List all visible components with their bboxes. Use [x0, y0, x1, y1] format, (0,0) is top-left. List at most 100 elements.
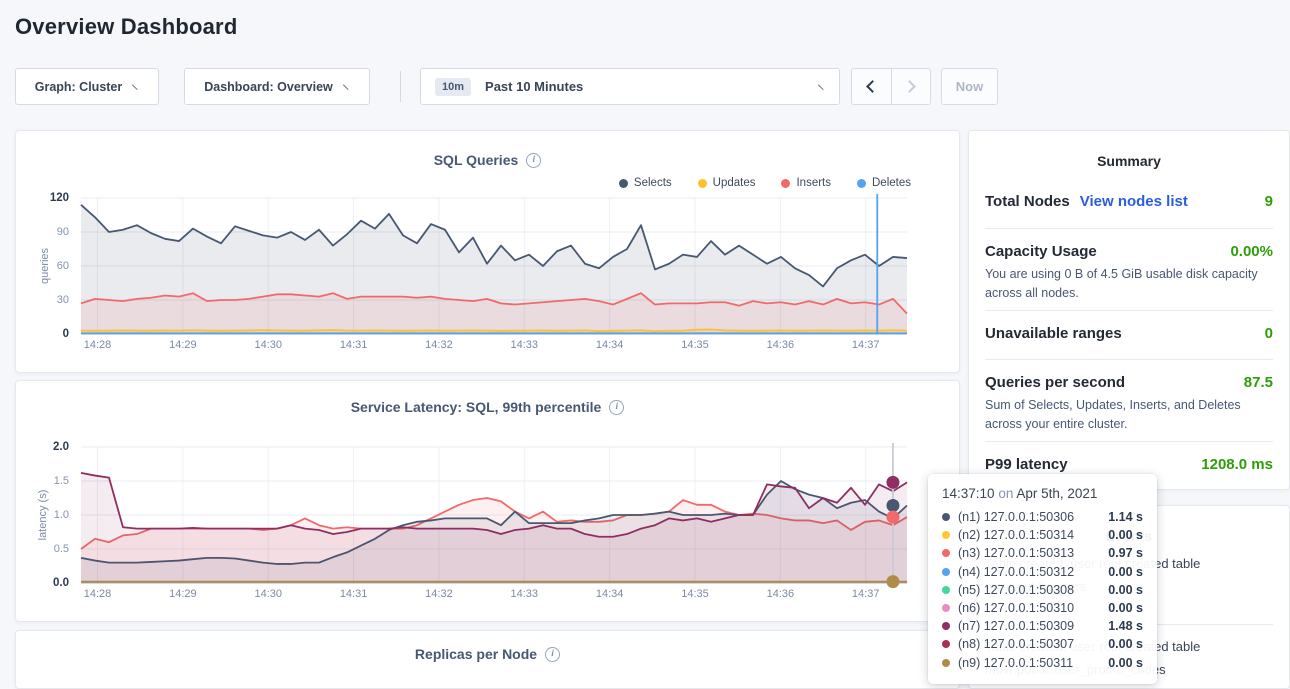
legend-item-deletes[interactable]: Deletes	[857, 177, 911, 189]
summary-value: 1208.0 ms	[1201, 456, 1273, 473]
sql-queries-panel: SQL Queries i Selects Updates Inserts Delet…	[15, 130, 960, 373]
time-range-dropdown[interactable]: 10m Past 10 Minutes	[420, 68, 840, 105]
chevron-down-icon	[343, 80, 353, 90]
x-tick-label: 14:28	[84, 339, 112, 351]
tooltip-on: on	[998, 486, 1013, 501]
chart-hover-tooltip: 14:37:10 on Apr 5th, 2021 (n1) 127.0.0.1…	[928, 474, 1157, 684]
summary-label: Total Nodes	[985, 193, 1070, 210]
page-title: Overview Dashboard	[15, 14, 237, 40]
node-address: (n8) 127.0.0.1:50307	[958, 637, 1074, 651]
divider	[985, 228, 1273, 229]
node-latency-value: 0.00 s	[1108, 637, 1143, 651]
summary-title: Summary	[969, 153, 1289, 169]
info-icon[interactable]: i	[609, 400, 624, 415]
x-tick-label: 14:37	[852, 339, 880, 351]
chart-plot-area[interactable]: queries 0306090120 14:2814:2914:3014:311…	[81, 198, 907, 334]
summary-value: 0	[1265, 325, 1273, 342]
y-tick-label: 0.0	[53, 577, 69, 589]
chart-plot-area[interactable]: latency (s) 0.00.51.01.52.0 14:2814:2914…	[81, 447, 907, 583]
summary-row-unavailable-ranges: Unavailable ranges 0	[985, 325, 1273, 342]
node-color-dot-icon	[942, 604, 950, 612]
y-tick-label: 0	[63, 328, 69, 340]
header-divider	[400, 71, 401, 102]
divider	[985, 359, 1273, 360]
chart-title: Replicas per Node	[415, 646, 537, 662]
view-nodes-list-link[interactable]: View nodes list	[1080, 193, 1188, 210]
divider	[985, 441, 1273, 442]
node-color-dot-icon	[942, 640, 950, 648]
node-color-dot-icon	[942, 531, 950, 539]
divider	[985, 310, 1273, 311]
tooltip-timestamp: 14:37:10 on Apr 5th, 2021	[942, 486, 1143, 501]
x-tick-label: 14:29	[169, 339, 197, 351]
node-color-dot-icon	[942, 586, 950, 594]
y-tick-label: 0.5	[54, 543, 69, 555]
legend-dot-icon	[857, 179, 866, 188]
graph-dropdown-label: Graph: Cluster	[35, 80, 123, 94]
replicas-per-node-panel: Replicas per Node i	[15, 630, 960, 689]
x-tick-label: 14:36	[767, 339, 795, 351]
node-address: (n7) 127.0.0.1:50309	[958, 619, 1074, 633]
tooltip-node-row: (n3) 127.0.0.1:503130.97 s	[942, 544, 1143, 562]
x-tick-label: 14:35	[681, 339, 709, 351]
node-latency-value: 0.00 s	[1108, 656, 1143, 670]
x-tick-label: 14:29	[169, 588, 197, 600]
node-latency-value: 1.14 s	[1108, 510, 1143, 524]
time-back-button[interactable]	[852, 69, 891, 104]
summary-row-total-nodes: Total Nodes View nodes list 9	[985, 193, 1273, 210]
time-step-buttons	[851, 68, 931, 105]
tooltip-node-row: (n7) 127.0.0.1:503091.48 s	[942, 617, 1143, 635]
summary-label: P99 latency	[985, 456, 1068, 473]
legend-item-inserts[interactable]: Inserts	[781, 177, 831, 189]
info-icon[interactable]: i	[545, 647, 560, 662]
chart-title: Service Latency: SQL, 99th percentile	[351, 399, 602, 415]
legend-item-updates[interactable]: Updates	[698, 177, 756, 189]
tooltip-node-row: (n4) 127.0.0.1:50312 0.00 s	[942, 563, 1143, 581]
time-forward-button[interactable]	[891, 69, 931, 104]
summary-label: Unavailable ranges	[985, 325, 1122, 342]
dashboard-dropdown-label: Dashboard: Overview	[204, 80, 333, 94]
time-range-badge: 10m	[435, 78, 471, 96]
y-axis-ticks: 0.00.51.01.52.0	[31, 447, 75, 583]
summary-description: You are using 0 B of 4.5 GiB usable disk…	[985, 265, 1269, 304]
node-latency-value: 0.00 s	[1108, 601, 1143, 615]
tooltip-node-row: (n8) 127.0.0.1:50307 0.00 s	[942, 635, 1143, 653]
dashboard-dropdown[interactable]: Dashboard: Overview	[184, 68, 370, 105]
chart-title-row: SQL Queries i	[16, 152, 959, 168]
info-icon[interactable]: i	[526, 153, 541, 168]
legend-item-selects[interactable]: Selects	[619, 177, 672, 189]
x-tick-label: 14:30	[254, 339, 282, 351]
now-button[interactable]: Now	[941, 68, 998, 105]
y-tick-label: 60	[57, 260, 69, 272]
x-tick-label: 14:28	[84, 588, 112, 600]
legend-dot-icon	[619, 179, 628, 188]
node-address: (n5) 127.0.0.1:50308	[958, 583, 1074, 597]
x-tick-label: 14:36	[767, 588, 795, 600]
x-axis-ticks: 14:2814:2914:3014:3114:3214:3314:3414:35…	[81, 339, 907, 353]
node-color-dot-icon	[942, 513, 950, 521]
tooltip-node-list: (n1) 127.0.0.1:50306 1.14 s (n2) 127.0.0.1…	[942, 508, 1143, 672]
legend-label: Selects	[634, 177, 672, 189]
y-tick-label: 120	[50, 192, 69, 204]
node-address: (n1) 127.0.0.1:50306	[958, 510, 1074, 524]
time-range-label: Past 10 Minutes	[485, 79, 583, 94]
x-tick-label: 14:34	[596, 339, 624, 351]
chart-legend: Selects Updates Inserts Deletes	[619, 177, 911, 189]
x-tick-label: 14:34	[596, 588, 624, 600]
x-tick-label: 14:37	[852, 588, 880, 600]
tooltip-node-row: (n2) 127.0.0.1:503140.00 s	[942, 526, 1143, 544]
x-tick-label: 14:32	[425, 588, 453, 600]
node-latency-value: 0.00 s	[1108, 565, 1143, 579]
x-tick-label: 14:33	[511, 339, 539, 351]
x-tick-label: 14:31	[340, 588, 368, 600]
node-color-dot-icon	[942, 659, 950, 667]
summary-label: Capacity Usage	[985, 243, 1097, 260]
y-axis-ticks: 0306090120	[31, 198, 75, 334]
node-color-dot-icon	[942, 622, 950, 630]
graph-dropdown[interactable]: Graph: Cluster	[15, 68, 159, 105]
node-address: (n4) 127.0.0.1:50312	[958, 565, 1074, 579]
node-address: (n3) 127.0.0.1:50313	[958, 546, 1074, 560]
node-address: (n2) 127.0.0.1:50314	[958, 528, 1074, 542]
summary-value: 9	[1265, 193, 1273, 210]
summary-label: Queries per second	[985, 374, 1125, 391]
